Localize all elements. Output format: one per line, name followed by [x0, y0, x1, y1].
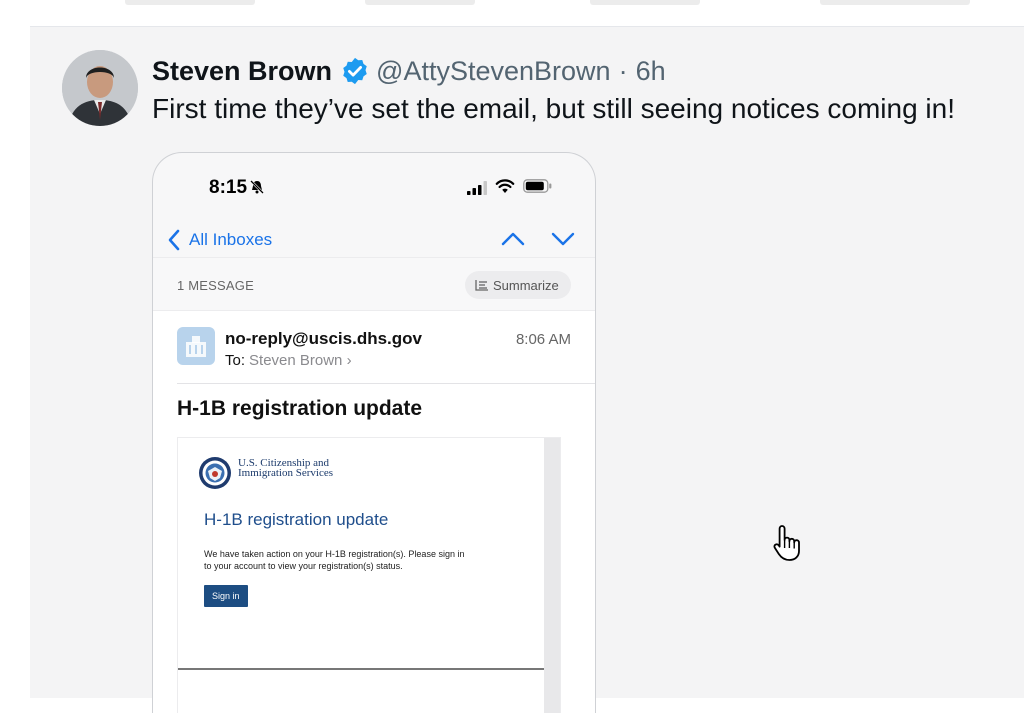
previous-message-chevron-icon[interactable]: [501, 231, 525, 247]
summarize-list-icon: [475, 280, 488, 291]
sender-address[interactable]: no-reply@uscis.dhs.gov: [225, 329, 422, 349]
email-subject: H-1B registration update: [177, 397, 423, 420]
sign-in-button[interactable]: Sign in: [204, 585, 248, 607]
thread-bar: 1 MESSAGE Summarize: [153, 257, 595, 311]
tweet-timestamp[interactable]: 6h: [636, 56, 666, 87]
tweet-text: First time they’ve set the email, but st…: [152, 93, 956, 124]
status-time: 8:15: [209, 177, 248, 198]
body-divider: [178, 668, 544, 670]
back-to-inboxes-link[interactable]: All Inboxes: [189, 230, 272, 250]
dhs-seal-icon: [199, 457, 231, 489]
email-body: U.S. Citizenship and Immigration Service…: [177, 437, 561, 713]
phone-status-bar: 8:15: [153, 153, 595, 219]
building-icon: [186, 336, 206, 357]
summarize-button[interactable]: Summarize: [465, 271, 571, 299]
tweet[interactable]: Steven Brown @AttyStevenBrown · 6h First…: [30, 27, 1024, 713]
battery-icon: [523, 179, 552, 193]
to-label: To:: [225, 352, 246, 369]
next-message-chevron-icon[interactable]: [551, 231, 575, 247]
recipient-name[interactable]: Steven Brown ›: [249, 352, 352, 369]
body-heading: H-1B registration update: [204, 510, 389, 529]
verified-badge-icon: [343, 57, 367, 85]
separator-dot: ·: [618, 55, 628, 86]
back-chevron-icon[interactable]: [167, 229, 181, 251]
hand-pointer-cursor-icon: [773, 525, 800, 561]
summarize-label: Summarize: [493, 277, 559, 293]
cellular-signal-icon: [467, 181, 487, 195]
header-divider: [177, 383, 595, 384]
wifi-icon: [495, 179, 515, 193]
recipient-line: To: Steven Brown ›: [225, 352, 352, 369]
author-name[interactable]: Steven Brown: [152, 56, 332, 87]
attached-screenshot[interactable]: 8:15 All Inboxes 1 MESSAGE Summarize no-…: [152, 152, 596, 713]
previous-tweet-edge: [30, 0, 1024, 27]
bell-muted-icon: [250, 180, 264, 194]
uscis-logo-text: U.S. Citizenship and Immigration Service…: [238, 458, 334, 479]
mail-nav-bar: All Inboxes: [153, 219, 595, 261]
received-time: 8:06 AM: [515, 331, 571, 348]
previous-tweet-action: [590, 0, 700, 5]
body-scrollbar[interactable]: [544, 438, 560, 713]
previous-tweet-action: [125, 0, 255, 5]
avatar[interactable]: [62, 50, 138, 126]
tweet-header: Steven Brown @AttyStevenBrown · 6h: [152, 53, 666, 89]
left-gutter: [0, 0, 30, 698]
previous-tweet-action: [820, 0, 970, 5]
body-text: We have taken action on your H-1B regist…: [204, 549, 465, 571]
message-count: 1 MESSAGE: [177, 278, 254, 293]
mail-content: 1 MESSAGE Summarize no-reply@uscis.dhs.g…: [153, 257, 595, 713]
sender-avatar: [177, 327, 215, 365]
author-handle[interactable]: @AttyStevenBrown: [376, 56, 611, 87]
previous-tweet-action: [365, 0, 475, 5]
